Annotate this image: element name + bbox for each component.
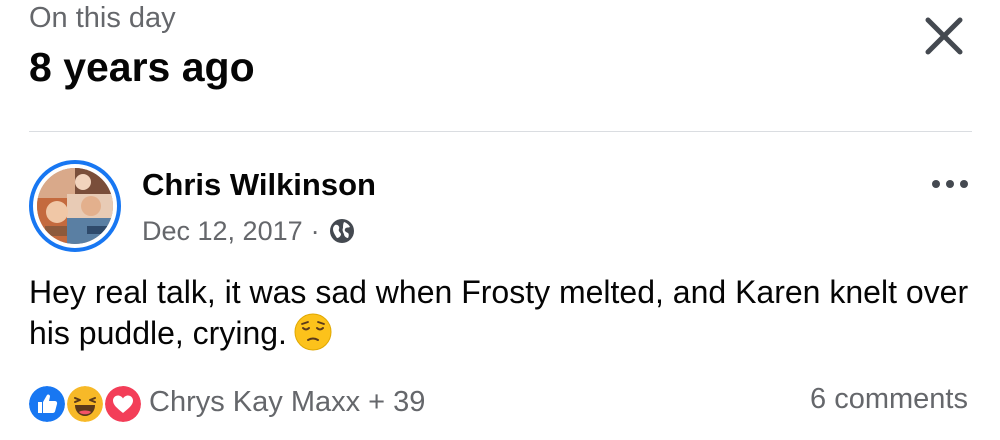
comments-count-link[interactable]: 6 comments <box>810 383 968 416</box>
memory-headline: 8 years ago <box>29 44 255 90</box>
memory-kicker: On this day <box>29 2 176 34</box>
more-options-button[interactable] <box>928 170 972 198</box>
pensive-face-icon <box>294 313 332 351</box>
close-button[interactable] <box>918 10 970 62</box>
post-text: Hey real talk, it was sad when Frosty me… <box>29 274 969 351</box>
more-options-icon <box>932 180 968 188</box>
memory-card: On this day 8 years ago Chris Wilkinson … <box>0 0 1000 440</box>
reactions-summary[interactable]: Chrys Kay Maxx + 39 <box>27 382 426 424</box>
meta-separator: · <box>310 215 320 246</box>
reactors-text: Chrys Kay Maxx + 39 <box>149 385 426 418</box>
post-meta: Dec 12, 2017 · <box>142 214 356 248</box>
avatar[interactable] <box>29 160 121 252</box>
close-icon <box>925 17 963 55</box>
post-date[interactable]: Dec 12, 2017 <box>142 216 303 247</box>
avatar-photo <box>37 168 113 244</box>
haha-reaction-icon <box>65 384 105 424</box>
love-reaction-icon <box>103 384 143 424</box>
globe-icon <box>329 219 354 243</box>
header-divider <box>29 131 972 132</box>
like-reaction-icon <box>27 384 67 424</box>
reaction-icons <box>27 382 143 424</box>
post-body: Hey real talk, it was sad when Frosty me… <box>29 272 969 353</box>
post-author[interactable]: Chris Wilkinson <box>142 167 376 203</box>
